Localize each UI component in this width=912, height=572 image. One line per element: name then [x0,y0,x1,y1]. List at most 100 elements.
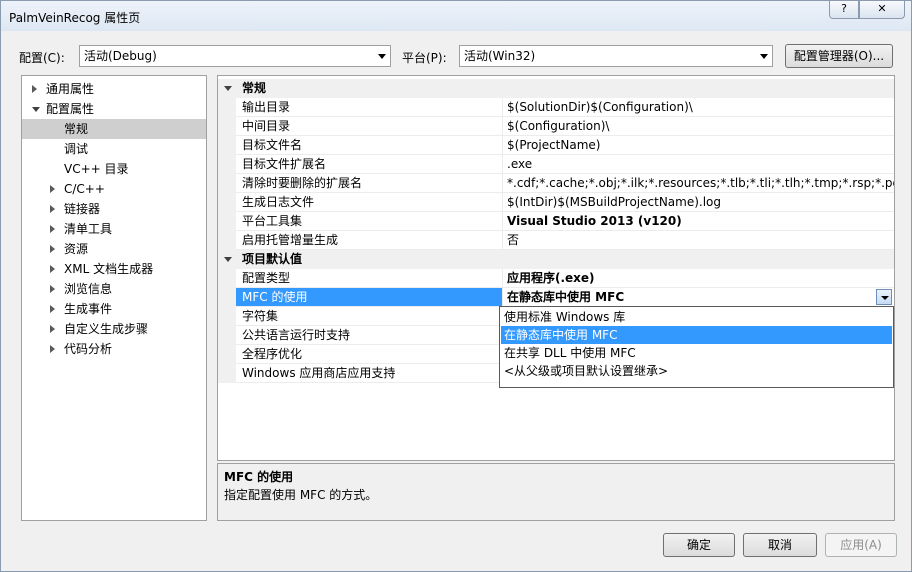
tree-item[interactable]: 生成事件 [22,299,206,319]
tree-item[interactable]: C/C++ [22,179,206,199]
tree-item[interactable]: 链接器 [22,199,206,219]
property-row[interactable]: 目标文件扩展名 .exe [218,155,894,174]
section-gutter [218,250,236,269]
property-value[interactable]: Visual Studio 2013 (v120) [502,212,894,231]
tree-item[interactable]: 自定义生成步骤 [22,319,206,339]
row-gutter [218,288,236,307]
property-row[interactable]: 中间目录 $(Configuration)\ [218,117,894,136]
tree-item[interactable]: 通用属性 [22,79,206,99]
tree-item-label: 生成事件 [64,302,113,316]
property-row[interactable]: 清除时要删除的扩展名 *.cdf;*.cache;*.obj;*.ilk;*.re… [218,174,894,193]
mfc-usage-dropdown-list: 使用标准 Windows 库在静态库中使用 MFC 在共享 DLL 中使用 MFC… [499,306,894,388]
section-title: 项目默认值 [236,250,894,269]
property-value[interactable]: *.cdf;*.cache;*.obj;*.ilk;*.resources;*.… [502,174,894,193]
chevron-down-icon [378,54,386,59]
description-text: 指定配置使用 MFC 的方式。 [224,488,378,502]
row-gutter [218,326,236,345]
property-value[interactable]: .exe [502,155,894,174]
property-value[interactable]: $(Configuration)\ [502,117,894,136]
section-header[interactable]: 项目默认值 [218,250,894,269]
tree-item-label: XML 文档生成器 [64,262,154,276]
section-title: 常规 [236,79,894,98]
tree-item[interactable]: 配置属性 [22,99,206,119]
property-row[interactable]: 平台工具集 Visual Studio 2013 (v120) [218,212,894,231]
tree-item-label: 浏览信息 [64,282,113,296]
tree-item[interactable]: 代码分析 [22,339,206,359]
collapsed-arrow-icon[interactable] [50,325,55,333]
tree-item[interactable]: 浏览信息 [22,279,206,299]
property-row[interactable]: 生成日志文件 $(IntDir)$(MSBuildProjectName).log [218,193,894,212]
property-row[interactable]: 配置类型 应用程序(.exe) [218,269,894,288]
value-dropdown-button[interactable] [876,289,892,305]
property-row[interactable]: 输出目录 $(SolutionDir)$(Configuration)\ [218,98,894,117]
dropdown-option[interactable]: 在共享 DLL 中使用 MFC [501,344,892,362]
property-value-text: 在静态库中使用 MFC [507,290,625,304]
ok-button[interactable]: 确定 [663,533,735,557]
expanded-arrow-icon[interactable] [32,107,40,112]
config-label: 配置(C): [19,51,65,65]
property-value[interactable]: 否 [502,231,894,250]
row-gutter [218,269,236,288]
expanded-arrow-icon[interactable] [224,86,232,91]
close-button[interactable]: ✕ [859,1,905,19]
property-name: 输出目录 [236,98,502,117]
property-name: 公共语言运行时支持 [236,326,502,345]
collapsed-arrow-icon[interactable] [50,205,55,213]
collapsed-arrow-icon[interactable] [50,225,55,233]
tree-item[interactable]: 常规 [22,119,206,139]
tree-item[interactable]: 清单工具 [22,219,206,239]
collapsed-arrow-icon[interactable] [50,245,55,253]
property-row[interactable]: 启用托管增量生成否 [218,231,894,250]
tree-item-label: 配置属性 [46,102,95,116]
property-value-text: $(IntDir)$(MSBuildProjectName).log [507,195,722,209]
help-button[interactable]: ? [829,1,859,19]
property-name: 目标文件名 [236,136,502,155]
property-value[interactable]: $(ProjectName) [502,136,894,155]
tree-item[interactable]: VC++ 目录 [22,159,206,179]
tree-item-label: 清单工具 [64,222,113,236]
property-value-text: 应用程序(.exe) [507,271,595,285]
tree-item-label: 代码分析 [64,342,113,356]
collapsed-arrow-icon[interactable] [32,85,37,93]
property-row[interactable]: 目标文件名 $(ProjectName) [218,136,894,155]
property-pages-window: PalmVeinRecog 属性页 ? ✕ 配置(C): 活动(Debug) 平… [0,0,912,572]
property-row[interactable]: MFC 的使用 在静态库中使用 MFC [218,288,894,307]
collapsed-arrow-icon[interactable] [50,185,55,193]
config-select[interactable]: 活动(Debug) [79,45,391,67]
row-gutter [218,98,236,117]
config-manager-button[interactable]: 配置管理器(O)... [785,44,893,68]
section-header[interactable]: 常规 [218,79,894,98]
property-name: 清除时要删除的扩展名 [236,174,502,193]
row-gutter [218,345,236,364]
tree-item-label: 自定义生成步骤 [64,322,149,336]
collapsed-arrow-icon[interactable] [50,285,55,293]
tree-item-label: 资源 [64,242,89,256]
collapsed-arrow-icon[interactable] [50,345,55,353]
tree-item[interactable]: 调试 [22,139,206,159]
description-title: MFC 的使用 [224,470,294,484]
platform-select[interactable]: 活动(Win32) [459,45,773,67]
tree-item[interactable]: XML 文档生成器 [22,259,206,279]
collapsed-arrow-icon[interactable] [50,265,55,273]
apply-button[interactable]: 应用(A) [825,533,897,557]
property-value[interactable]: $(SolutionDir)$(Configuration)\ [502,98,894,117]
property-value[interactable]: 在静态库中使用 MFC [502,288,894,307]
property-value[interactable]: 应用程序(.exe) [502,269,894,288]
expanded-arrow-icon[interactable] [224,257,232,262]
property-value-text: $(Configuration)\ [507,119,610,133]
cancel-button[interactable]: 取消 [743,533,817,557]
property-value[interactable]: $(IntDir)$(MSBuildProjectName).log [502,193,894,212]
property-name: 目标文件扩展名 [236,155,502,174]
dropdown-option[interactable]: 使用标准 Windows 库 [501,308,892,326]
collapsed-arrow-icon[interactable] [50,305,55,313]
tree-item[interactable]: 资源 [22,239,206,259]
dropdown-option[interactable]: 在静态库中使用 MFC [501,326,892,344]
dropdown-option[interactable]: <从父级或项目默认设置继承> [501,362,892,380]
property-name: 生成日志文件 [236,193,502,212]
property-grid: 常规 输出目录 $(SolutionDir)$(Configuration)\ 中间目… [217,75,895,461]
property-name: 配置类型 [236,269,502,288]
platform-label: 平台(P): [402,51,447,65]
window-title: PalmVeinRecog 属性页 [9,11,141,25]
row-gutter [218,174,236,193]
property-name: 字符集 [236,307,502,326]
